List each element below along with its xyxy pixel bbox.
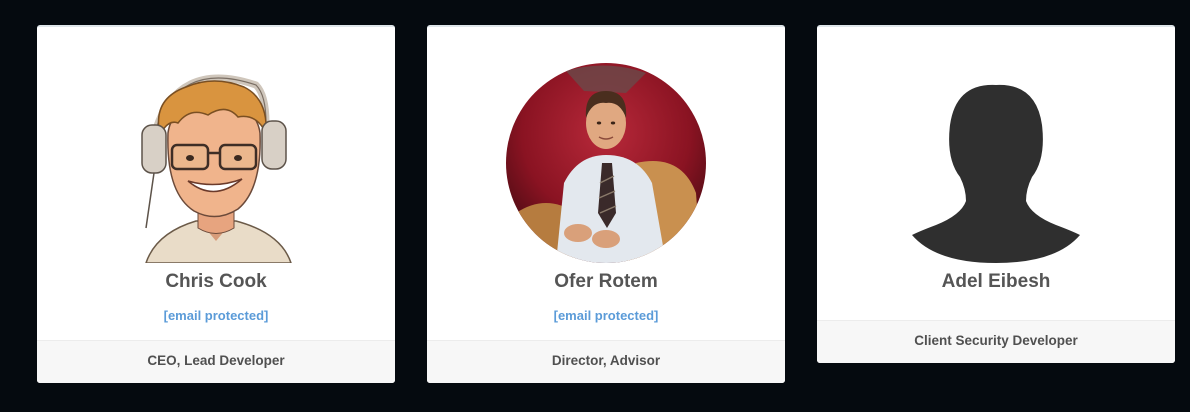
photo-avatar [506,63,706,263]
member-name: Adel Eibesh [941,271,1051,292]
member-email-link[interactable]: [email protected] [37,308,395,323]
member-name: Chris Cook [165,271,267,292]
member-role: Director, Advisor [427,340,785,383]
member-email-link[interactable]: [email protected] [427,308,785,323]
member-name: Ofer Rotem [554,271,658,292]
team-card-chris-cook: Chris Cook [email protected] CEO, Lead D… [37,25,395,383]
silhouette-avatar [896,63,1096,263]
team-card-adel-eibesh: Adel Eibesh Client Security Developer [817,25,1175,363]
team-card-ofer-rotem: Ofer Rotem [email protected] Director, A… [427,25,785,383]
cartoon-avatar [116,63,316,263]
member-role: Client Security Developer [817,320,1175,363]
member-role: CEO, Lead Developer [37,340,395,383]
